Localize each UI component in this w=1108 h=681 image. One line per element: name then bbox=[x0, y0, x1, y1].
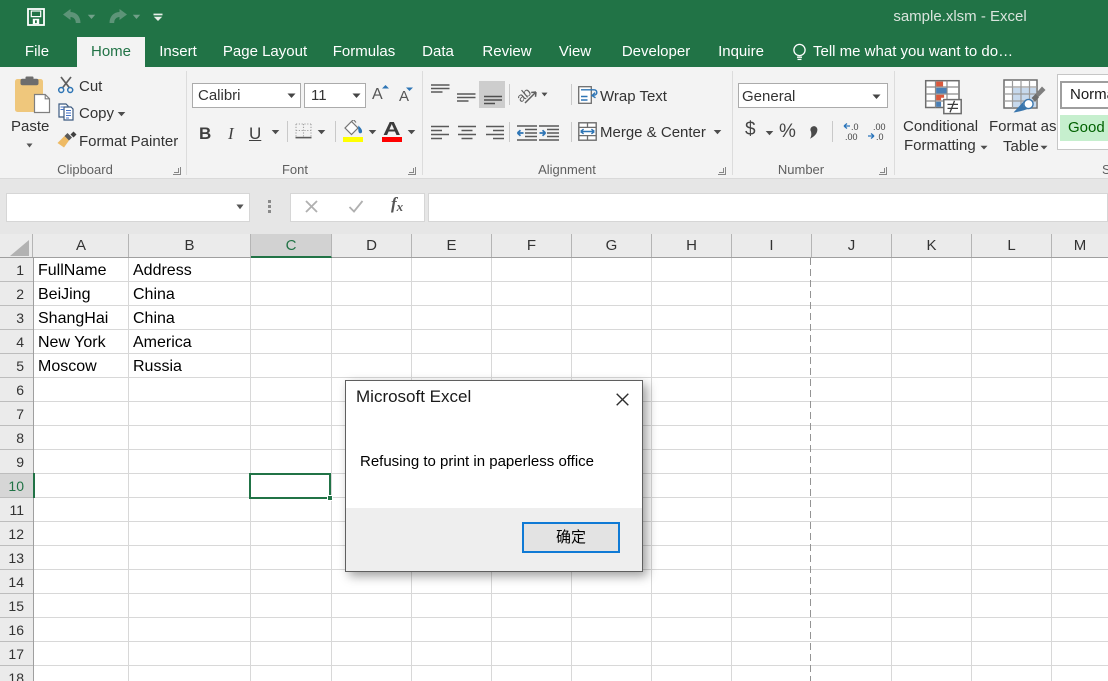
svg-text:.00: .00 bbox=[873, 122, 886, 132]
svg-text:ab: ab bbox=[516, 84, 534, 105]
svg-text:.00: .00 bbox=[845, 132, 858, 141]
svg-text:.0: .0 bbox=[851, 122, 859, 132]
svg-text:.0: .0 bbox=[876, 132, 884, 141]
